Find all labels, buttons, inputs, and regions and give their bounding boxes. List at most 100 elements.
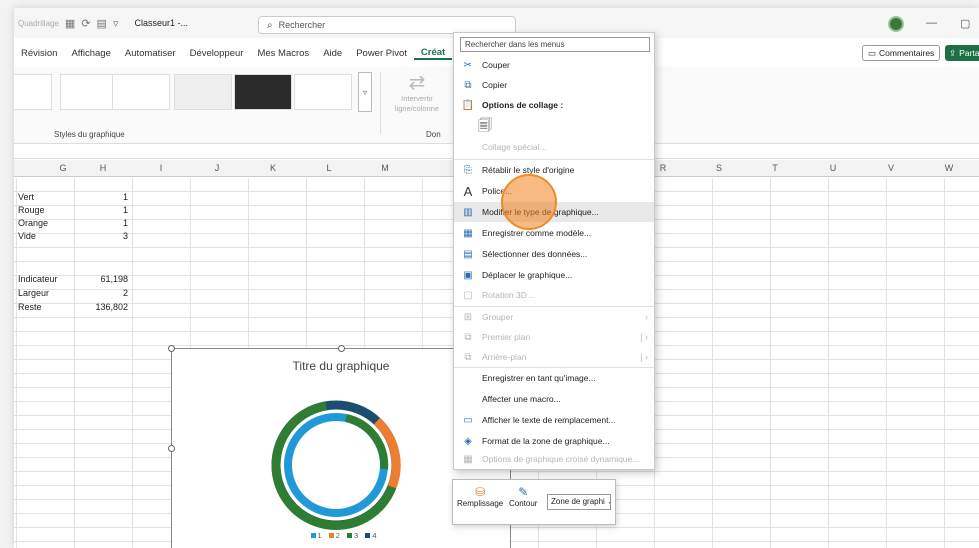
scissors-icon: ✂ xyxy=(463,59,473,71)
cell-label[interactable]: Rouge xyxy=(18,205,45,215)
outline-button[interactable]: ✎ Contour xyxy=(509,485,537,508)
comment-icon: ▭ xyxy=(868,47,877,58)
resize-handle[interactable] xyxy=(168,445,175,452)
tab-power-pivot[interactable]: Power Pivot xyxy=(349,48,414,59)
menu-rotation-3d[interactable]: ▢ Rotation 3D... xyxy=(454,285,654,305)
col-header[interactable]: S xyxy=(690,163,748,173)
menu-bring-front[interactable]: ⧉ Premier plan | › xyxy=(454,327,654,347)
fill-button[interactable]: ⛁ Remplissage xyxy=(457,485,503,508)
menu-select-data[interactable]: ▤ Sélectionner des données... xyxy=(454,244,654,264)
menu-label: Format de la zone de graphique... xyxy=(482,436,610,446)
minimize-icon[interactable]: — xyxy=(926,17,937,29)
cell-label[interactable]: Vide xyxy=(18,231,36,241)
legend-label: 3 xyxy=(354,531,359,540)
font-icon: A xyxy=(463,183,473,199)
menu-label: Affecter une macro... xyxy=(482,394,561,404)
chart-style-thumb[interactable] xyxy=(234,74,292,110)
chart-style-thumb[interactable] xyxy=(294,74,352,110)
menu-label: Enregistrer comme modèle... xyxy=(482,228,592,238)
menu-alt-text[interactable]: ▭ Afficher le texte de remplacement... xyxy=(454,410,654,430)
styles-more-button[interactable]: ▿ xyxy=(358,72,372,112)
donut-chart[interactable] xyxy=(268,397,404,533)
share-icon: ⇪ xyxy=(949,47,957,58)
menu-paste-special[interactable]: Collage spécial... xyxy=(454,137,654,157)
chart-style-thumb[interactable] xyxy=(14,74,52,110)
cell-label[interactable]: Vert xyxy=(18,192,34,202)
chart-legend[interactable]: 1 2 3 4 xyxy=(172,531,510,540)
chart-icon[interactable]: ▤ xyxy=(97,17,107,30)
menu-cut[interactable]: ✂ Couper xyxy=(454,55,654,75)
switch-icon: ⇄ xyxy=(408,72,426,94)
chart-type-icon: ▥ xyxy=(463,206,473,218)
chart-style-thumb[interactable] xyxy=(60,74,118,110)
table-icon[interactable]: ▦ xyxy=(65,17,75,30)
chart-element-select[interactable]: Zone de graphi ⌄ xyxy=(547,494,611,510)
cell-value[interactable]: 1 xyxy=(78,205,128,215)
cell-label[interactable]: Orange xyxy=(18,218,48,228)
menu-save-image[interactable]: Enregistrer en tant qu'image... xyxy=(454,368,654,388)
legend-swatch xyxy=(347,533,353,538)
switch-row-column-button[interactable]: ⇄ Intervertir ligne/colonne xyxy=(390,72,444,114)
select-value: Zone de graphi xyxy=(551,497,605,506)
cell-label[interactable]: Largeur xyxy=(18,288,49,298)
tab-revision[interactable]: Révision xyxy=(14,48,64,59)
col-header[interactable]: M xyxy=(356,163,414,173)
col-header[interactable]: T xyxy=(746,163,804,173)
col-header[interactable]: H xyxy=(74,163,132,173)
tab-automatiser[interactable]: Automatiser xyxy=(118,48,183,59)
document-name[interactable]: Classeur1 -... xyxy=(134,18,188,28)
menu-assign-macro[interactable]: Affecter une macro... xyxy=(454,389,654,409)
search-placeholder: Rechercher xyxy=(278,20,326,30)
col-header[interactable]: L xyxy=(300,163,358,173)
col-header[interactable]: V xyxy=(862,163,920,173)
cell-value[interactable]: 136,802 xyxy=(78,302,128,312)
menu-reset-style[interactable]: ⎘ Rétablir le style d'origine xyxy=(454,160,654,180)
menu-format-area[interactable]: ◈ Format de la zone de graphique... xyxy=(454,431,654,451)
styles-group-label: Styles du graphique xyxy=(54,130,125,139)
menu-label: Arrière-plan xyxy=(482,352,527,362)
menu-search-input[interactable]: Rechercher dans les menus xyxy=(460,37,650,52)
paste-icon[interactable]: 🗐 xyxy=(478,115,492,139)
menu-label: Couper xyxy=(482,60,510,70)
tab-mes-macros[interactable]: Mes Macros xyxy=(250,48,316,59)
chevron-down-icon: ⌄ xyxy=(607,497,610,506)
tab-developpeur[interactable]: Développeur xyxy=(183,48,251,59)
col-header[interactable]: W xyxy=(920,163,978,173)
cell-label[interactable]: Reste xyxy=(18,302,42,312)
chart-style-thumb[interactable] xyxy=(112,74,170,110)
comments-button[interactable]: ▭ Commentaires xyxy=(862,45,941,61)
menu-move-chart[interactable]: ▣ Déplacer le graphique... xyxy=(454,265,654,285)
cell-value[interactable]: 1 xyxy=(78,218,128,228)
menu-send-back[interactable]: ⧉ Arrière-plan | › xyxy=(454,347,654,367)
cell-value[interactable]: 61,198 xyxy=(78,274,128,284)
gridlines-checkbox[interactable]: Quadrillage xyxy=(18,19,59,28)
cell-label[interactable]: Indicateur xyxy=(18,274,58,284)
user-avatar[interactable] xyxy=(888,16,904,32)
cell-value[interactable]: 1 xyxy=(78,192,128,202)
cell-value[interactable]: 3 xyxy=(78,231,128,241)
menu-pivot-options[interactable]: ▦ Options de graphique croisé dynamique.… xyxy=(454,449,654,469)
tab-affichage[interactable]: Affichage xyxy=(64,48,117,59)
move-chart-icon: ▣ xyxy=(463,269,473,281)
cell-value[interactable]: 2 xyxy=(78,288,128,298)
alt-text-icon: ▭ xyxy=(463,414,473,426)
col-header[interactable]: I xyxy=(132,163,190,173)
col-header[interactable]: J xyxy=(188,163,246,173)
col-header[interactable]: K xyxy=(244,163,302,173)
customize-dropdown-icon[interactable]: ▿ xyxy=(113,17,119,30)
col-header[interactable]: U xyxy=(804,163,862,173)
tab-creation[interactable]: Créat xyxy=(413,47,453,60)
pen-icon: ✎ xyxy=(518,485,529,499)
resize-handle[interactable] xyxy=(168,345,175,352)
menu-save-template[interactable]: ▦ Enregistrer comme modèle... xyxy=(454,223,654,243)
restore-icon[interactable]: ▢ xyxy=(960,17,970,30)
menu-group[interactable]: ⊞ Grouper › xyxy=(454,307,654,327)
macro-icon[interactable]: ⟳ xyxy=(81,17,90,30)
share-button[interactable]: ⇪ Parta xyxy=(945,45,979,61)
menu-copy[interactable]: ⧉ Copier xyxy=(454,75,654,95)
resize-handle[interactable] xyxy=(338,345,345,352)
chart-style-thumb[interactable] xyxy=(174,74,232,110)
menu-paste-options: 📋 Options de collage : xyxy=(454,95,654,115)
share-label: Parta xyxy=(959,48,979,58)
tab-aide[interactable]: Aide xyxy=(316,48,349,59)
